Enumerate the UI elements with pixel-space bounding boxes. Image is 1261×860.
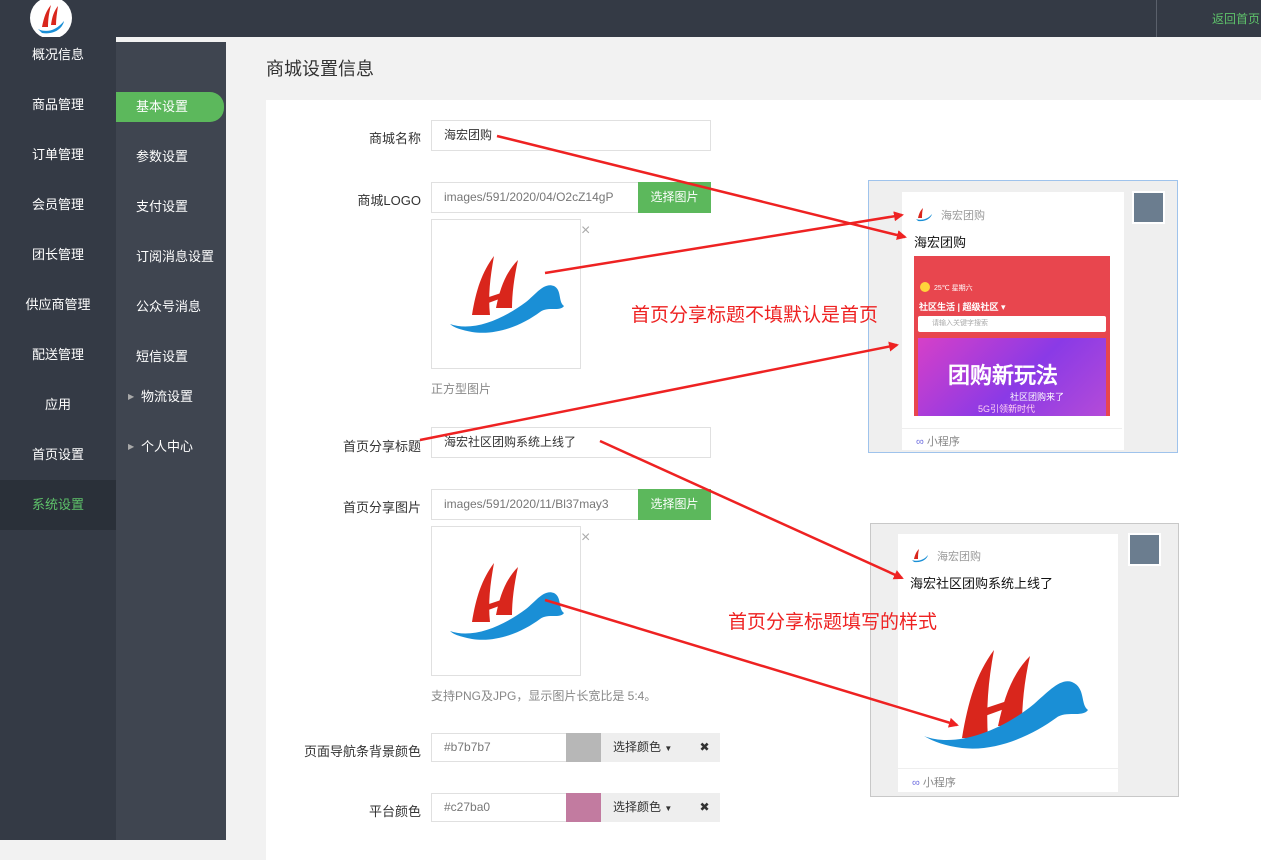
divider (898, 768, 1118, 769)
sidebar-item-members[interactable]: 会员管理 (0, 180, 116, 230)
nav-bg-choose-color-button[interactable]: 选择颜色 ▼ (601, 733, 689, 762)
secondary-sidebar: 基本设置 参数设置 支付设置 订阅消息设置 公众号消息 短信设置 ▶ 物流设置 … (116, 42, 226, 840)
mini-program-text: 小程序 (922, 777, 956, 789)
preview2-share-image (924, 650, 1088, 749)
brand-mini-logo-icon (916, 208, 932, 222)
logo-path-input[interactable]: images/591/2020/04/O2cZ14gP (431, 182, 639, 213)
subnav-payment-settings[interactable]: 支付设置 (116, 192, 226, 222)
page-title: 商城设置信息 (266, 59, 374, 79)
caret-down-icon: ▼ (664, 804, 673, 813)
return-home-link[interactable]: 返回首页 (1212, 10, 1260, 27)
logo-hint: 正方型图片 (431, 382, 492, 396)
caret-down-icon: ▼ (664, 744, 673, 753)
promo-headline: 团购新玩法 (948, 363, 1059, 388)
subnav-sms-settings[interactable]: 短信设置 (116, 342, 226, 372)
mini-program-icon: ∞ (916, 436, 924, 448)
search-bar: 请输入关键字搜索 (918, 316, 1106, 332)
preview1-brand-name: 海宏团购 (941, 210, 985, 222)
annotation-default-title: 首页分享标题不填默认是首页 (631, 305, 879, 326)
preview2-mini-program-label: ∞ 小程序 (912, 774, 956, 790)
annotation-custom-title: 首页分享标题填写的样式 (728, 612, 938, 633)
share-choose-image-button[interactable]: 选择图片 (638, 489, 711, 520)
logo-label: 商城LOGO (357, 193, 421, 208)
preview1-mini-program-label: ∞ 小程序 (916, 433, 960, 449)
preview2-brand-name: 海宏团购 (937, 551, 981, 563)
nav-bg-color-input[interactable]: #b7b7b7 (431, 733, 567, 762)
subnav-personal-center[interactable]: ▶ 个人中心 (116, 432, 226, 462)
platform-color-input[interactable]: #c27ba0 (431, 793, 567, 822)
subnav-label: 物流设置 (141, 389, 194, 404)
promo-tagline: 5G引领新时代 (978, 404, 1036, 414)
choose-color-label: 选择颜色 (613, 740, 662, 754)
share-image-label: 首页分享图片 (342, 500, 421, 515)
logo-preview-image (431, 219, 581, 369)
nav-bg-clear-button[interactable]: ✖ (689, 733, 720, 762)
subnav-subscription-settings[interactable]: 订阅消息设置 (116, 242, 226, 272)
nav-bg-color-label: 页面导航条背景颜色 (303, 744, 421, 759)
shop-name-input[interactable]: 海宏团购 (431, 120, 711, 151)
shop-name-label: 商城名称 (368, 131, 421, 146)
logo-choose-image-button[interactable]: 选择图片 (638, 182, 711, 213)
share-image-path-input[interactable]: images/591/2020/11/Bl37may3 (431, 489, 639, 520)
subnav-official-account[interactable]: 公众号消息 (116, 292, 226, 322)
subnav-logistics-settings[interactable]: ▶ 物流设置 (116, 382, 226, 412)
choose-color-label: 选择颜色 (613, 800, 662, 814)
share-preview-image (431, 526, 581, 676)
caret-right-icon: ▶ (128, 392, 135, 401)
mini-program-icon: ∞ (912, 777, 920, 789)
sidebar-item-suppliers[interactable]: 供应商管理 (0, 280, 116, 330)
sidebar-item-overview[interactable]: 概况信息 (0, 30, 116, 80)
primary-sidebar: 概况信息 商品管理 订单管理 会员管理 团长管理 供应商管理 配送管理 应用 首… (0, 37, 116, 840)
subnav-basic-settings[interactable]: 基本设置 (116, 92, 224, 122)
sidebar-item-home-settings[interactable]: 首页设置 (0, 430, 116, 480)
sidebar-item-orders[interactable]: 订单管理 (0, 130, 116, 180)
weather-text: 25℃ 星期六 (934, 285, 973, 292)
platform-choose-color-button[interactable]: 选择颜色 ▼ (601, 793, 689, 822)
preview2-share-title: 海宏社区团购系统上线了 (910, 576, 1054, 591)
brand-mini-logo-icon (912, 549, 928, 563)
sidebar-item-system-settings[interactable]: 系统设置 (0, 480, 116, 530)
divider (902, 428, 1122, 429)
share-image-remove-icon[interactable]: × (581, 529, 590, 547)
sidebar-item-leaders[interactable]: 团长管理 (0, 230, 116, 280)
top-bar: 返回首页 (0, 0, 1261, 39)
brand-logo-icon (450, 256, 564, 333)
promo-banner: 团购新玩法 社区团购来了 5G引领新时代 (918, 338, 1106, 416)
sun-icon (920, 282, 930, 292)
avatar (1128, 533, 1161, 566)
brand-logo-icon (450, 563, 564, 640)
preview1-share-title: 海宏团购 (914, 235, 967, 250)
platform-clear-button[interactable]: ✖ (689, 793, 720, 822)
sidebar-item-apps[interactable]: 应用 (0, 380, 116, 430)
preview1-homepage-thumbnail: 25℃ 星期六 社区生活 | 超级社区 ▾ 请输入关键字搜索 团购新玩法 社区团… (914, 256, 1110, 416)
nav-bg-color-swatch[interactable] (566, 733, 601, 762)
sidebar-item-products[interactable]: 商品管理 (0, 80, 116, 130)
community-text: 社区生活 | 超级社区 ▾ (919, 302, 1006, 312)
avatar (1132, 191, 1165, 224)
platform-color-label: 平台颜色 (368, 804, 421, 819)
subnav-param-settings[interactable]: 参数设置 (116, 142, 226, 172)
subnav-label: 个人中心 (141, 439, 194, 454)
caret-right-icon: ▶ (128, 442, 135, 451)
share-image-hint: 支持PNG及JPG，显示图片长宽比是 5:4。 (431, 689, 657, 703)
top-divider (1156, 0, 1157, 37)
platform-color-swatch[interactable] (566, 793, 601, 822)
logo-remove-icon[interactable]: × (581, 222, 590, 240)
share-title-input[interactable]: 海宏社区团购系统上线了 (431, 427, 711, 458)
mini-program-text: 小程序 (926, 436, 960, 448)
share-title-label: 首页分享标题 (342, 439, 421, 454)
sidebar-item-delivery[interactable]: 配送管理 (0, 330, 116, 380)
